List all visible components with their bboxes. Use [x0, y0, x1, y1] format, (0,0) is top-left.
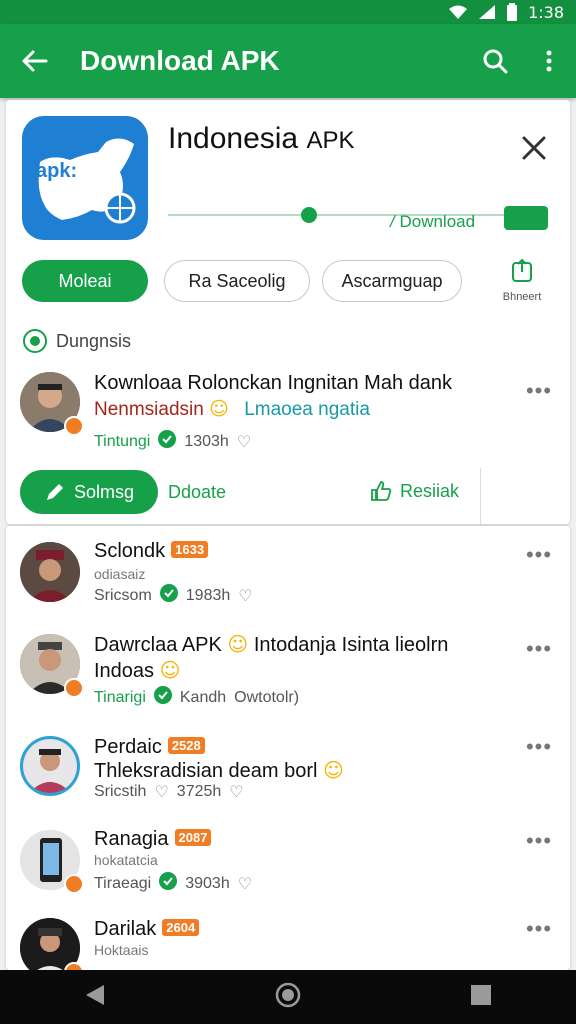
share-button[interactable]: Bhneert — [492, 258, 552, 303]
more-options-icon[interactable]: ••• — [524, 736, 554, 758]
progress-knob[interactable] — [300, 207, 317, 223]
section-header: Dungnsis — [22, 328, 131, 354]
pencil-icon — [46, 484, 63, 500]
search-icon[interactable] — [468, 24, 522, 98]
app-icon-text: apk: — [36, 160, 78, 182]
share-icon — [512, 258, 532, 282]
list-item-line2: Thleksradisian deam borl ☺ — [94, 758, 344, 782]
app-icon: apk: — [22, 116, 148, 240]
post-tag: 2087 — [174, 829, 212, 846]
list-item-name[interactable]: Darilak 2604 — [94, 918, 200, 941]
signal-icon — [478, 4, 496, 20]
back-arrow-icon[interactable] — [0, 24, 68, 98]
progress-track — [168, 214, 548, 216]
heart-icon[interactable]: ♡ — [154, 782, 168, 801]
check-icon — [159, 584, 178, 607]
avatar[interactable] — [20, 736, 80, 796]
app-title: Indonesia APK — [168, 122, 355, 155]
heart-icon[interactable]: ♡ — [229, 782, 243, 801]
smile-emoji-icon: ☺ — [227, 632, 249, 656]
post-meta: Tintungi 1303h ♡ — [94, 430, 252, 453]
check-icon — [153, 686, 172, 709]
post-actions: Solmsg Ddoate Resiiak — [6, 468, 570, 524]
solmsg-button[interactable]: Solmsg — [20, 470, 158, 514]
like-button[interactable]: Resiiak — [370, 480, 459, 502]
download-progress[interactable] — [168, 204, 548, 228]
post-subtitle: Nenmsiadsin ☺ Lmaoea ngatia — [94, 398, 370, 420]
more-options-icon[interactable]: ••• — [524, 830, 554, 852]
avatar[interactable] — [20, 372, 84, 436]
smile-emoji-icon: ☺ — [323, 758, 344, 782]
pencil-icon: / — [390, 212, 395, 231]
avatar[interactable] — [20, 634, 84, 698]
verified-badge-icon — [64, 962, 84, 970]
verified-badge-icon — [64, 874, 84, 894]
share-label: Bhneert — [502, 291, 542, 303]
avatar[interactable] — [20, 918, 84, 970]
app-bar: Download APK — [0, 24, 576, 98]
recents-nav-icon[interactable] — [470, 984, 492, 1011]
verified-badge-icon — [64, 416, 84, 436]
list-item-meta: Tiraeagi 3903h ♡ — [94, 872, 253, 895]
download-button[interactable] — [504, 206, 548, 230]
thumbs-up-icon — [371, 481, 392, 501]
system-nav-bar — [0, 970, 576, 1024]
heart-icon[interactable]: ♡ — [238, 586, 252, 605]
more-options-icon[interactable]: ••• — [524, 638, 554, 660]
clock: 1:38 — [528, 2, 564, 22]
more-options-icon[interactable]: ••• — [524, 544, 554, 566]
section-icon — [23, 329, 47, 353]
list-item-name[interactable]: Sclondk 1633 — [94, 540, 209, 563]
app-card: apk: Indonesia APK / Download Moleai Ra … — [6, 100, 570, 524]
ddoate-link[interactable]: Ddoate — [168, 482, 226, 503]
divider — [480, 468, 481, 524]
post-tag: 2604 — [162, 919, 200, 936]
more-options-icon[interactable]: ••• — [524, 918, 554, 940]
heart-icon[interactable]: ♡ — [238, 874, 252, 893]
list-item-meta: Sricstih ♡ 3725h ♡ — [94, 782, 244, 801]
list-item-name[interactable]: Ranagia 2087 — [94, 828, 212, 851]
chip-moleai[interactable]: Moleai — [22, 260, 148, 302]
feed-card: Sclondk 1633 odiasaiz Sricsom 1983h ♡ •••… — [6, 526, 570, 970]
check-icon — [158, 430, 177, 453]
list-item-line2: Indoas ☺ — [94, 658, 181, 682]
wifi-icon — [448, 4, 468, 20]
download-label[interactable]: / Download — [390, 212, 475, 232]
list-item-name[interactable]: Perdaic 2528 — [94, 736, 205, 759]
list-item-handle: hokatatcia — [94, 852, 158, 868]
list-item-meta: Sricsom 1983h ♡ — [94, 584, 253, 607]
back-nav-icon[interactable] — [84, 983, 106, 1012]
chip-ra-saceolig[interactable]: Ra Saceolig — [164, 260, 310, 302]
post-tag: 2528 — [167, 737, 205, 754]
status-bar: 1:38 — [0, 0, 576, 24]
post-title[interactable]: Kownloaa Rolonckan Ingnitan Mah dank — [94, 372, 452, 395]
page-title: Download APK — [80, 45, 280, 76]
close-icon[interactable] — [516, 130, 552, 166]
more-vert-icon[interactable] — [522, 24, 576, 98]
heart-icon[interactable]: ♡ — [237, 432, 251, 451]
list-item-meta: Tinarigi Kandh Owtotolr) — [94, 686, 299, 709]
list-item-handle: Hoktaais — [94, 942, 149, 958]
list-item-name[interactable]: Dawrclaa APK ☺ Intodanja Isinta lieolrn — [94, 632, 448, 657]
avatar[interactable] — [20, 542, 80, 602]
home-nav-icon[interactable] — [275, 982, 301, 1013]
chip-ascarmguap[interactable]: Ascarmguap — [322, 260, 462, 302]
smile-emoji-icon: ☺ — [159, 658, 181, 682]
check-icon — [159, 872, 178, 895]
list-item-handle: odiasaiz — [94, 566, 146, 582]
avatar[interactable] — [20, 830, 84, 894]
more-options-icon[interactable]: ••• — [524, 380, 554, 402]
battery-icon — [506, 3, 518, 21]
smile-emoji-icon: ☺ — [209, 398, 229, 420]
verified-badge-icon — [64, 678, 84, 698]
post-tag: 1633 — [171, 541, 209, 558]
